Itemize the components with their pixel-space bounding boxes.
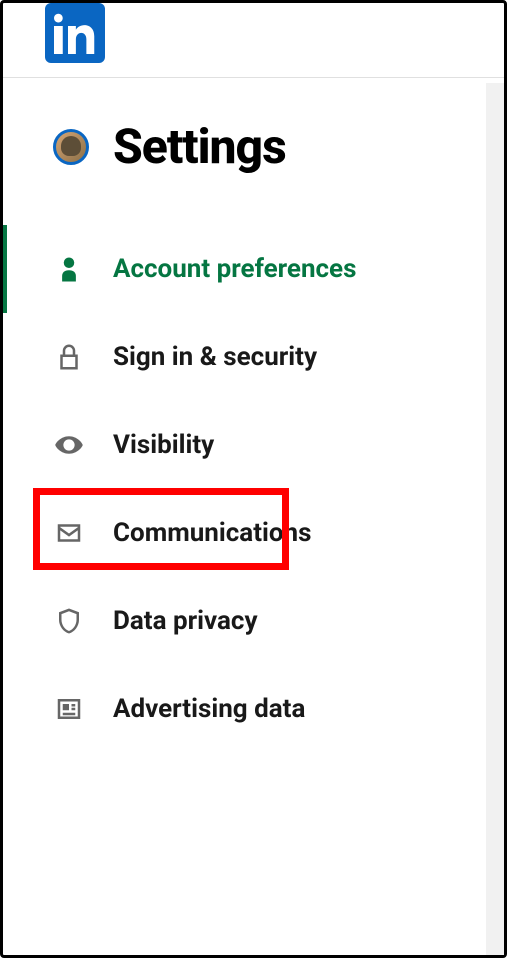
mail-icon bbox=[53, 517, 85, 549]
header bbox=[3, 3, 504, 78]
news-icon bbox=[53, 693, 85, 725]
content: Settings Account preferences Sign in & s… bbox=[3, 78, 504, 753]
person-icon bbox=[53, 253, 85, 285]
nav-item-advertising-data[interactable]: Advertising data bbox=[3, 665, 504, 753]
nav-label: Data privacy bbox=[113, 606, 258, 636]
nav-item-sign-in-security[interactable]: Sign in & security bbox=[3, 313, 504, 401]
title-row: Settings bbox=[3, 118, 504, 225]
settings-nav: Account preferences Sign in & security V… bbox=[3, 225, 504, 753]
linkedin-icon bbox=[54, 12, 96, 54]
nav-item-communications[interactable]: Communications bbox=[3, 489, 504, 577]
nav-label: Advertising data bbox=[113, 694, 305, 724]
nav-label: Sign in & security bbox=[113, 342, 317, 372]
lock-icon bbox=[53, 341, 85, 373]
nav-item-account-preferences[interactable]: Account preferences bbox=[3, 225, 504, 313]
linkedin-logo[interactable] bbox=[45, 3, 105, 63]
nav-label: Visibility bbox=[113, 430, 214, 460]
nav-label: Communications bbox=[113, 518, 312, 548]
avatar-image bbox=[61, 136, 81, 156]
avatar[interactable] bbox=[53, 129, 89, 165]
eye-icon bbox=[53, 429, 85, 461]
nav-item-visibility[interactable]: Visibility bbox=[3, 401, 504, 489]
shield-icon bbox=[53, 605, 85, 637]
page-title: Settings bbox=[113, 118, 286, 175]
nav-item-data-privacy[interactable]: Data privacy bbox=[3, 577, 504, 665]
nav-label: Account preferences bbox=[113, 254, 356, 284]
